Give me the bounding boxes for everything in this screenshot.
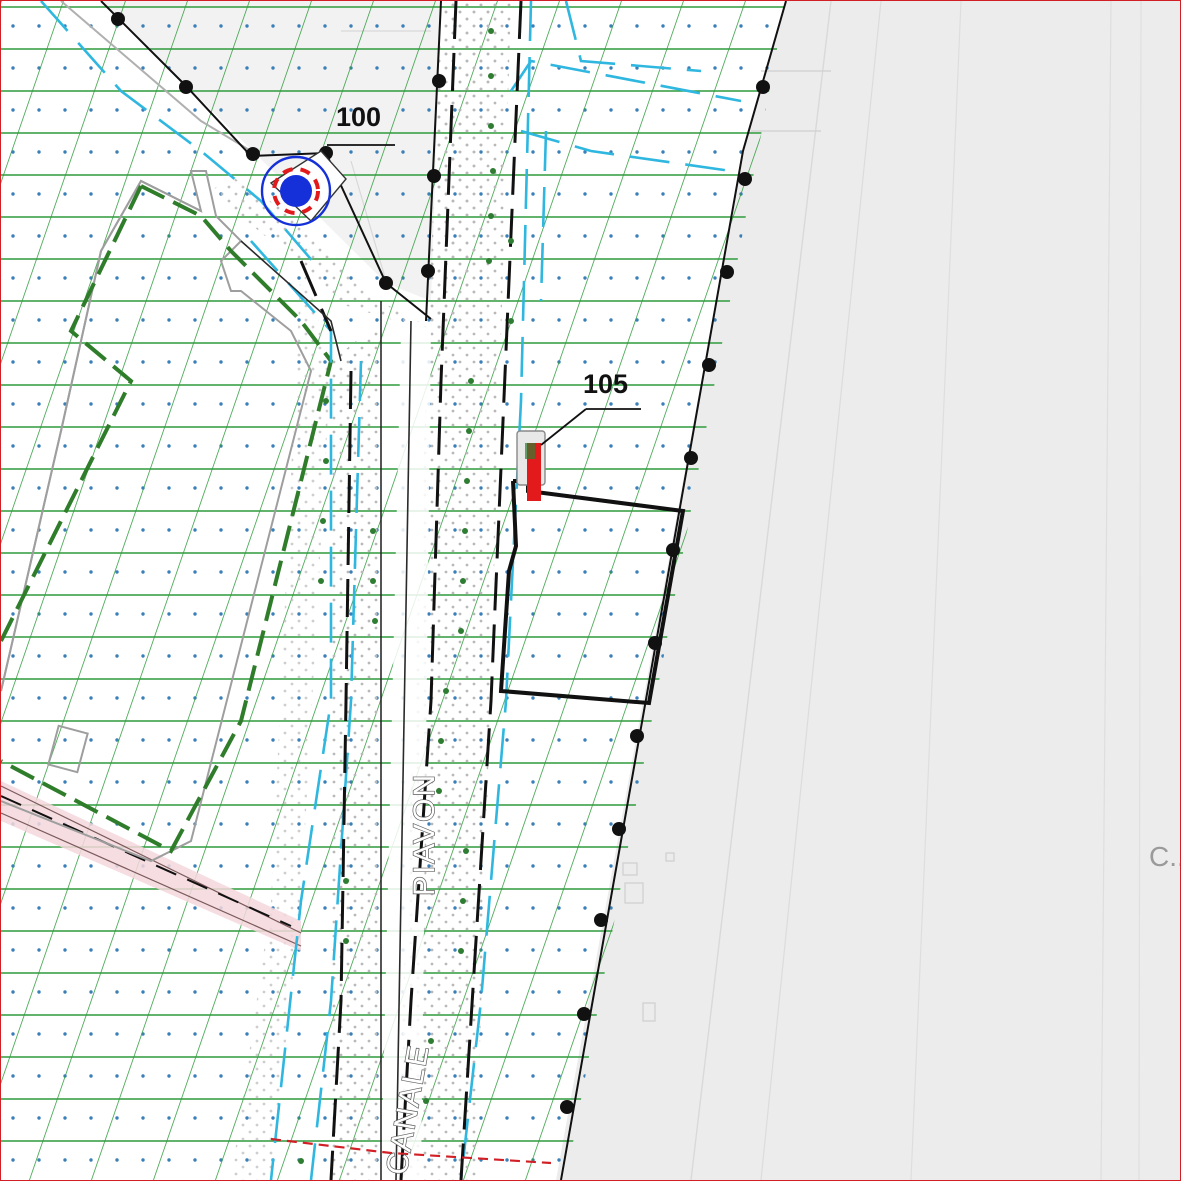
map-canvas[interactable]: 100 105 PIAVON CANALE C... [1,1,1180,1180]
map-frame: 100 105 PIAVON CANALE C... [0,0,1181,1181]
street-label-piavon: PIAVON [408,773,441,896]
label-100: 100 [336,102,381,132]
place-label: C... [1149,841,1180,872]
label-105: 105 [583,369,628,399]
